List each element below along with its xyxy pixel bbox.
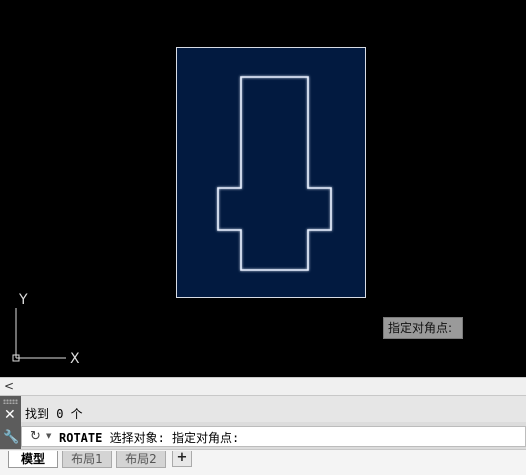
command-history: 找到 0 个 <box>21 396 526 422</box>
dynamic-input-tooltip: 指定对角点: <box>383 317 463 339</box>
layout-tab-bar: 模型 布局1 布局2 + <box>0 449 526 475</box>
tab-model[interactable]: 模型 <box>8 451 58 468</box>
ucs-icon: Y X <box>8 288 88 368</box>
wrench-icon[interactable]: 🔧 <box>3 430 19 445</box>
drawing-canvas[interactable]: Y X 指定对角点: <box>0 0 526 377</box>
drag-grip-icon[interactable] <box>3 399 18 404</box>
ucs-y-label: Y <box>18 292 28 308</box>
command-prompt-text: 选择对象: 指定对角点: <box>102 431 240 445</box>
tab-layout1[interactable]: 布局1 <box>62 451 112 468</box>
command-history-icon[interactable]: ↻ <box>30 429 41 444</box>
horizontal-scrollbar[interactable]: < <box>0 377 526 396</box>
command-keyword: ROTATE <box>59 431 103 445</box>
tab-layout2[interactable]: 布局2 <box>116 451 166 468</box>
add-layout-button[interactable]: + <box>172 451 192 467</box>
scroll-left-arrow-icon[interactable]: < <box>4 379 14 393</box>
close-icon[interactable]: ✕ <box>4 407 16 423</box>
chevron-down-icon[interactable]: ▼ <box>46 432 51 440</box>
ucs-x-label: X <box>70 351 80 367</box>
command-panel-gutter: ✕ 🔧 <box>0 396 21 449</box>
polyline-outline[interactable] <box>217 76 332 271</box>
command-line-panel: ✕ 🔧 找到 0 个 ↻ ▼ ROTATE 选择对象: 指定对角点: <box>0 396 526 449</box>
command-prompt: ROTATE 选择对象: 指定对角点: <box>59 429 239 446</box>
command-input-line[interactable]: ↻ ▼ ROTATE 选择对象: 指定对角点: <box>21 426 526 447</box>
